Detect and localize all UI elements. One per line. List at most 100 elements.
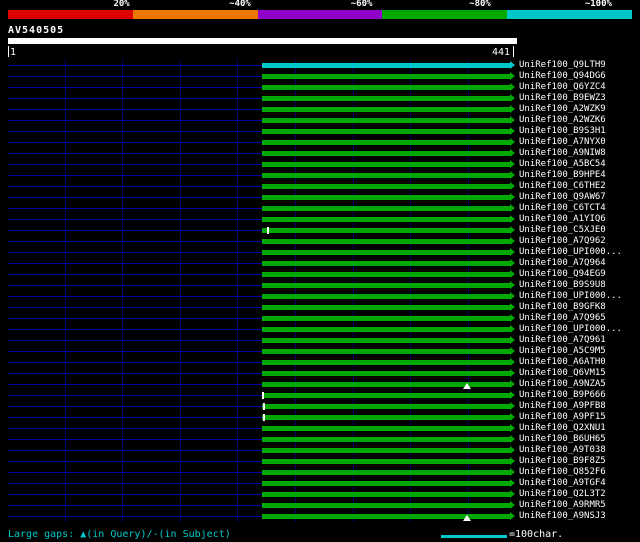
hsp-bar[interactable] [261, 63, 510, 68]
hsp-bar[interactable] [261, 151, 510, 156]
hit-label[interactable]: UniRef100_Q2L3T2 [519, 489, 606, 500]
hsp-bar[interactable] [261, 272, 510, 277]
alignment-row: UniRef100_A7Q965 [0, 313, 640, 324]
query-span-line [8, 472, 262, 473]
hsp-bar[interactable] [261, 327, 510, 332]
hsp-bar[interactable] [261, 140, 510, 145]
hsp-bar[interactable] [261, 195, 510, 200]
hsp-bar[interactable] [261, 382, 510, 387]
hsp-bar[interactable] [261, 250, 510, 255]
hit-label[interactable]: UniRef100_B9S3H1 [519, 126, 606, 137]
ruler: 1 441 [0, 46, 640, 58]
hsp-bar[interactable] [261, 173, 510, 178]
hit-label[interactable]: UniRef100_A7Q961 [519, 335, 606, 346]
hit-label[interactable]: UniRef100_B9HPE4 [519, 170, 606, 181]
hsp-bar[interactable] [261, 217, 510, 222]
hit-label[interactable]: UniRef100_A2WZK6 [519, 115, 606, 126]
hit-label[interactable]: UniRef100_Q852F6 [519, 467, 606, 478]
hsp-bar[interactable] [261, 349, 510, 354]
hsp-bar[interactable] [261, 514, 510, 519]
hit-label[interactable]: UniRef100_A9NIW8 [519, 148, 606, 159]
hit-label[interactable]: UniRef100_A9NZA5 [519, 379, 606, 390]
hit-label[interactable]: UniRef100_A5BC54 [519, 159, 606, 170]
hsp-bar[interactable] [261, 107, 510, 112]
hit-label[interactable]: UniRef100_A9PF15 [519, 412, 606, 423]
hit-label[interactable]: UniRef100_C5XJE0 [519, 225, 606, 236]
hsp-bar[interactable] [261, 228, 510, 233]
hsp-bar[interactable] [261, 481, 510, 486]
hsp-bar[interactable] [261, 393, 510, 398]
ruler-start-label: 1 [10, 47, 17, 58]
hit-label[interactable]: UniRef100_Q9AW67 [519, 192, 606, 203]
hit-label[interactable]: UniRef100_A5C9M5 [519, 346, 606, 357]
hsp-bar[interactable] [261, 448, 510, 453]
alignment-row: UniRef100_Q94EG9 [0, 269, 640, 280]
hit-label[interactable]: UniRef100_B9S9U8 [519, 280, 606, 291]
alignment-row: UniRef100_A7Q964 [0, 258, 640, 269]
hsp-bar[interactable] [261, 96, 510, 101]
hit-label[interactable]: UniRef100_A7Q962 [519, 236, 606, 247]
hsp-bar[interactable] [261, 206, 510, 211]
hit-label[interactable]: UniRef100_C6THE2 [519, 181, 606, 192]
hit-label[interactable]: UniRef100_B9F8Z5 [519, 456, 606, 467]
hsp-bar[interactable] [261, 239, 510, 244]
hsp-bar[interactable] [261, 503, 510, 508]
hit-label[interactable]: UniRef100_A9T038 [519, 445, 606, 456]
hsp-bar[interactable] [261, 129, 510, 134]
hsp-bar[interactable] [261, 437, 510, 442]
hsp-bar[interactable] [261, 283, 510, 288]
hsp-arrowhead-icon [510, 193, 515, 201]
alignment-row: UniRef100_A9PF15 [0, 412, 640, 423]
hit-label[interactable]: UniRef100_Q2XNU1 [519, 423, 606, 434]
hsp-bar[interactable] [261, 162, 510, 167]
hit-label[interactable]: UniRef100_A9RMR5 [519, 500, 606, 511]
query-span-line [8, 153, 262, 154]
hit-label[interactable]: UniRef100_A7Q964 [519, 258, 606, 269]
hit-label[interactable]: UniRef100_C6TCT4 [519, 203, 606, 214]
scale-segment-20pct [8, 10, 133, 19]
hsp-bar[interactable] [261, 470, 510, 475]
hit-label[interactable]: UniRef100_A9NSJ3 [519, 511, 606, 522]
hit-label[interactable]: UniRef100_Q9LTH9 [519, 60, 606, 71]
hsp-bar[interactable] [261, 294, 510, 299]
hsp-bar[interactable] [261, 305, 510, 310]
hit-label[interactable]: UniRef100_A2WZK9 [519, 104, 606, 115]
hsp-bar[interactable] [261, 338, 510, 343]
hit-label[interactable]: UniRef100_A1YIQ6 [519, 214, 606, 225]
hit-label[interactable]: UniRef100_B9P666 [519, 390, 606, 401]
hit-label[interactable]: UniRef100_Q94DG6 [519, 71, 606, 82]
hit-label[interactable]: UniRef100_Q6YZC4 [519, 82, 606, 93]
alignment-row: UniRef100_Q9LTH9 [0, 60, 640, 71]
hit-label[interactable]: UniRef100_B9EWZ3 [519, 93, 606, 104]
hsp-bar[interactable] [261, 316, 510, 321]
hit-label[interactable]: UniRef100_A7Q965 [519, 313, 606, 324]
hsp-bar[interactable] [261, 459, 510, 464]
hit-label[interactable]: UniRef100_A9PFB8 [519, 401, 606, 412]
hsp-bar[interactable] [261, 371, 510, 376]
hsp-bar[interactable] [261, 184, 510, 189]
hsp-bar[interactable] [261, 415, 510, 420]
hit-label[interactable]: UniRef100_UPI000... [519, 247, 622, 258]
hit-label[interactable]: UniRef100_A7NYX0 [519, 137, 606, 148]
hsp-arrowhead-icon [510, 413, 515, 421]
hit-label[interactable]: UniRef100_B9GFK8 [519, 302, 606, 313]
alignment-row: UniRef100_A9NIW8 [0, 148, 640, 159]
hit-label[interactable]: UniRef100_B6UH65 [519, 434, 606, 445]
alignment-row: UniRef100_B9P666 [0, 390, 640, 401]
hit-label[interactable]: UniRef100_Q94EG9 [519, 269, 606, 280]
hsp-bar[interactable] [261, 426, 510, 431]
hit-label[interactable]: UniRef100_A9TGF4 [519, 478, 606, 489]
query-span-line [8, 461, 262, 462]
hsp-bar[interactable] [261, 261, 510, 266]
hsp-bar[interactable] [261, 118, 510, 123]
hit-label[interactable]: UniRef100_Q6VM15 [519, 368, 606, 379]
hsp-bar[interactable] [261, 360, 510, 365]
hit-label[interactable]: UniRef100_UPI000... [519, 324, 622, 335]
hsp-bar[interactable] [261, 74, 510, 79]
hsp-bar[interactable] [261, 404, 510, 409]
hsp-bar[interactable] [261, 492, 510, 497]
hit-label[interactable]: UniRef100_UPI000... [519, 291, 622, 302]
hit-label[interactable]: UniRef100_A6ATH0 [519, 357, 606, 368]
hsp-bar[interactable] [261, 85, 510, 90]
hsp-arrowhead-icon [510, 446, 515, 454]
